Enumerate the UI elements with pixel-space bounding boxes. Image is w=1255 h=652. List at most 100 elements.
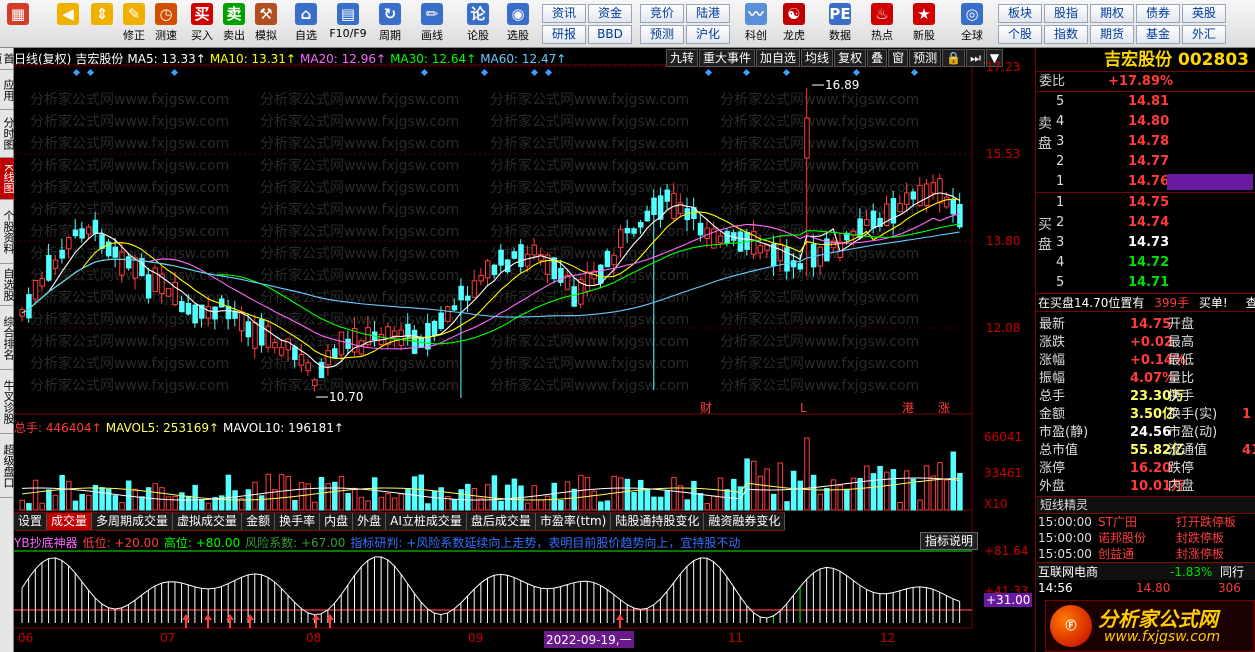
period-button[interactable]: ↻ 周期 xyxy=(374,2,406,46)
book-row[interactable]: 5 14.81 xyxy=(1036,92,1255,112)
indicator-tab[interactable]: 融资融券变化 xyxy=(704,513,786,530)
indicator-tab[interactable]: 成交量 xyxy=(47,513,93,530)
event-diamond-icon[interactable] xyxy=(704,68,713,77)
chart-tool-button[interactable]: 叠 xyxy=(867,49,888,67)
menu-item[interactable]: 沪化 xyxy=(686,25,730,44)
dragon-tiger-button[interactable]: ☯ 龙虎 xyxy=(778,2,810,46)
menu-item[interactable]: 资讯 xyxy=(542,4,586,23)
left-tab-3[interactable]: K线图 xyxy=(0,158,15,200)
book-row[interactable]: 3 14.78 xyxy=(1036,132,1255,152)
tech-button[interactable]: 〰科创 xyxy=(740,2,772,46)
menu-item[interactable]: 板块 xyxy=(998,4,1042,23)
news-header[interactable]: 短线精灵 xyxy=(1036,496,1255,514)
menu-item[interactable]: 指数 xyxy=(1044,25,1088,44)
menu-item[interactable]: 个股 xyxy=(998,25,1042,44)
menu-item[interactable]: 外汇 xyxy=(1182,25,1226,44)
event-mark[interactable]: 港 xyxy=(902,401,914,415)
left-tab-5[interactable]: 自选股 xyxy=(0,264,15,306)
up-down-button[interactable]: ⇕ xyxy=(86,2,118,46)
sector-more[interactable]: 同行 xyxy=(1220,563,1244,581)
event-diamond-icon[interactable] xyxy=(420,68,429,77)
chart-tool-button[interactable]: 均线 xyxy=(801,49,834,67)
new-stock-button[interactable]: ★ 新股 xyxy=(908,2,940,46)
formula-button[interactable]: 论论股 xyxy=(462,2,494,46)
book-row[interactable]: 2 14.77 xyxy=(1036,152,1255,172)
left-tab-1[interactable]: 应用 xyxy=(0,70,15,110)
left-tab-8[interactable]: 超级盘口 xyxy=(0,434,15,498)
chart-tool-button[interactable]: 加自选 xyxy=(756,49,801,67)
book-row[interactable]: 1 14.75 xyxy=(1036,193,1255,213)
indicator-tab[interactable]: 市盈率(ttm) xyxy=(536,513,612,530)
menu-item[interactable]: 债券 xyxy=(1136,4,1180,23)
event-diamond-icon[interactable] xyxy=(544,68,553,77)
event-diamond-icon[interactable] xyxy=(86,68,95,77)
left-tab-7[interactable]: 牛叉诊股 xyxy=(0,370,15,434)
menu-item[interactable]: 股指 xyxy=(1044,4,1088,23)
indicator-tab[interactable]: 金额 xyxy=(242,513,276,530)
sector-row[interactable]: 互联网电商 -1.83% 同行 xyxy=(1036,562,1255,580)
event-mark[interactable]: 涨 xyxy=(938,400,950,415)
book-row[interactable]: 5 14.71 xyxy=(1036,273,1255,293)
indicator-tab[interactable]: 虚拟成交量 xyxy=(173,513,243,530)
event-diamond-icon[interactable] xyxy=(742,68,751,77)
menu-item[interactable]: 研报 xyxy=(542,25,586,44)
chart-tool-button[interactable]: 九转 xyxy=(666,49,699,67)
menu-item[interactable]: BBD xyxy=(588,25,632,44)
indicator-tab[interactable]: 陆股通持股变化 xyxy=(611,513,705,530)
kline-chart[interactable]: 分析家公式网www.fxjgsw.com 分析家公式网www.fxjgsw.com… xyxy=(14,48,1035,652)
event-diamond-icon[interactable] xyxy=(170,68,179,77)
indicator-tab[interactable]: 设置 xyxy=(14,513,48,530)
sell-button[interactable]: 卖卖出 xyxy=(218,2,250,46)
watchlist-button[interactable]: ⌂ 自选 xyxy=(290,2,322,46)
menu-item[interactable]: 竞价 xyxy=(640,4,684,23)
news-item[interactable]: 15:00:00 ST广田 打开跌停板 xyxy=(1036,514,1255,530)
indicator-tab[interactable]: 内盘 xyxy=(320,513,354,530)
chart-area[interactable]: 分析家公式网www.fxjgsw.com 分析家公式网www.fxjgsw.com… xyxy=(14,48,1035,652)
menu-item[interactable]: 基金 xyxy=(1136,25,1180,44)
order-notice[interactable]: 在买盘14.70位置有 399手 买单! 查 xyxy=(1036,294,1255,312)
correct-button[interactable]: ✎ 修正 xyxy=(118,2,150,46)
book-row[interactable]: 4 14.72 xyxy=(1036,253,1255,273)
left-tab-2[interactable]: 分时图 xyxy=(0,110,15,158)
chart-tool-button[interactable]: ⏭ xyxy=(966,49,985,67)
left-tab-6[interactable]: 综合排名 xyxy=(0,306,15,370)
indicator-help-button[interactable]: 指标说明 xyxy=(920,532,979,550)
menu-item[interactable]: 陆港 xyxy=(686,4,730,23)
indicator-tab[interactable]: 多周期成交量 xyxy=(92,513,174,530)
book-row[interactable]: 4 14.80 xyxy=(1036,112,1255,132)
event-diamond-icon[interactable] xyxy=(910,68,919,77)
f10-button[interactable]: ▤ F10/F9 xyxy=(328,2,368,46)
simulate-button[interactable]: ⚒ 模拟 xyxy=(250,2,282,46)
buy-button[interactable]: 买买入 xyxy=(186,2,218,46)
draw-button[interactable]: ✏ 画线 xyxy=(416,2,448,46)
indicator-tab[interactable]: 盘后成交量 xyxy=(467,513,536,530)
left-tab-0[interactable]: 首页 xyxy=(0,48,15,70)
chart-tool-button[interactable]: 🔒 xyxy=(942,49,966,67)
notice-more[interactable]: 查 xyxy=(1246,296,1255,310)
left-tab-4[interactable]: 个股资料 xyxy=(0,200,15,264)
event-mark[interactable]: L xyxy=(800,401,807,415)
menu-item[interactable]: 期权 xyxy=(1090,4,1134,23)
back-button[interactable]: ◀ xyxy=(52,2,84,46)
event-diamond-icon[interactable] xyxy=(852,68,861,77)
menu-item[interactable]: 期货 xyxy=(1090,25,1134,44)
menu-item[interactable]: 预测 xyxy=(640,25,684,44)
news-item[interactable]: 15:00:00 诺邦股份 封跌停板 xyxy=(1036,530,1255,546)
menu-item[interactable]: 资金 xyxy=(588,4,632,23)
indicator-tab[interactable]: 换手率 xyxy=(275,513,321,530)
event-diamond-icon[interactable] xyxy=(72,68,81,77)
event-diamond-icon[interactable] xyxy=(480,68,489,77)
global-button[interactable]: ◎ 全球 xyxy=(956,2,988,46)
hot-button[interactable]: ♨ 热点 xyxy=(866,2,898,46)
pick-stock-button[interactable]: ◉ 选股 xyxy=(502,2,534,46)
event-diamond-icon[interactable] xyxy=(782,68,791,77)
chart-tool-button[interactable]: 预测 xyxy=(909,49,942,67)
book-row[interactable]: 1 14.76 xyxy=(1036,172,1255,192)
book-row[interactable]: 2 14.74 xyxy=(1036,213,1255,233)
menu-item[interactable]: 英股 xyxy=(1182,4,1226,23)
indicator-tab[interactable]: AI立桩成交量 xyxy=(386,513,467,530)
indicator-tab[interactable]: 外盘 xyxy=(353,513,387,530)
data-button[interactable]: PE 数据 xyxy=(824,2,856,46)
windows-button[interactable]: ▦ xyxy=(2,2,34,46)
chart-tool-button[interactable]: 复权 xyxy=(834,49,867,67)
